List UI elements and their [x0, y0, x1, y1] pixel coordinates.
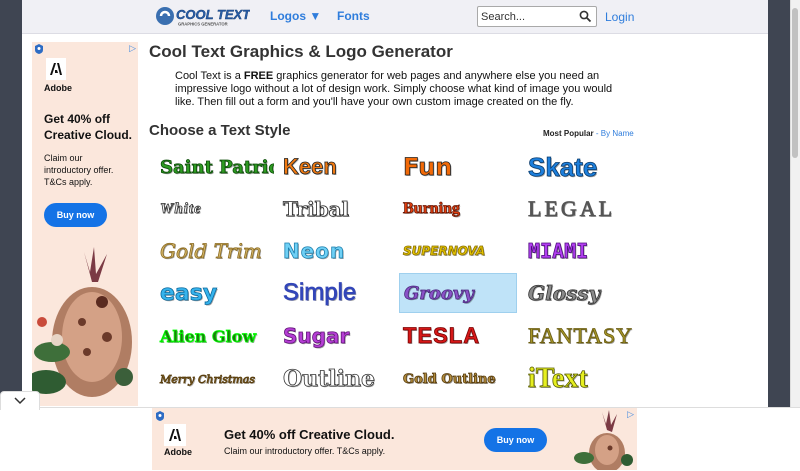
intro-text-start: Cool Text is a — [175, 70, 244, 82]
text-style-itext[interactable]: iText — [524, 359, 642, 399]
text-style-tribal[interactable]: Tribal — [279, 189, 397, 229]
logo-sub-text: GRAPHICS GENERATOR — [178, 22, 228, 27]
sort-options: Most Popular - By Name — [543, 129, 634, 138]
intro-paragraph: Cool Text is a FREE graphics generator f… — [175, 70, 615, 109]
text-style-label: White — [160, 200, 202, 217]
bottom-advertisement[interactable]: ▷ Adobe Get 40% off Creative Cloud. Clai… — [152, 408, 637, 470]
text-style-simple[interactable]: Simple — [279, 273, 397, 313]
text-style-supernova[interactable]: SUPERNOVA — [399, 231, 517, 271]
text-style-white[interactable]: White — [156, 189, 274, 229]
text-style-miami[interactable]: MIAMI — [524, 231, 642, 271]
sort-separator: - — [593, 129, 601, 138]
text-style-legal[interactable]: LEGAL — [524, 189, 642, 229]
text-style-label: Gold Outline — [403, 371, 497, 387]
text-style-label: Burning — [403, 200, 461, 218]
chevron-down-icon[interactable] — [1, 392, 39, 410]
text-style-saint-patrick[interactable]: Saint Patrick — [156, 147, 274, 187]
text-style-keen[interactable]: Keen — [279, 147, 397, 187]
text-style-label: Keen — [283, 154, 338, 180]
sort-most-popular: Most Popular — [543, 129, 594, 138]
text-style-grid: Saint Patrick Keen Fun Skate White Tribal Burn… — [156, 147, 640, 407]
text-style-label: Sugar — [283, 324, 350, 349]
text-style-easy[interactable]: easy — [156, 273, 274, 313]
adobe-logo-icon — [46, 58, 66, 80]
text-style-outline[interactable]: Outline — [279, 359, 397, 399]
text-style-label: MIAMI — [528, 239, 589, 264]
text-style-sugar[interactable]: Sugar — [279, 316, 397, 356]
text-style-label: Fun — [403, 153, 453, 182]
text-style-label: TESLA — [403, 323, 481, 349]
ad-close-icon[interactable]: ▷ — [129, 43, 136, 54]
text-style-alien-glow[interactable]: Alien Glow — [156, 316, 274, 356]
text-style-label: Groovy — [404, 282, 475, 304]
text-style-fun[interactable]: Fun — [399, 147, 517, 187]
text-style-label: Gold Trim — [160, 239, 263, 264]
top-navigation-bar — [22, 0, 768, 34]
text-style-label: Alien Glow — [160, 326, 257, 346]
text-style-gold-outline[interactable]: Gold Outline — [399, 359, 517, 399]
text-style-burning[interactable]: Burning — [399, 189, 517, 229]
logo-main-text: COOL TEXT — [176, 7, 250, 22]
text-style-label: easy — [160, 280, 218, 306]
text-style-label: Skate — [528, 151, 598, 182]
bottom-ad-illustration — [574, 410, 633, 470]
search-input[interactable] — [478, 7, 576, 27]
search-box — [477, 6, 597, 27]
bottom-ad-brand: Adobe — [164, 447, 192, 457]
ad-buy-now-button[interactable]: Buy now — [44, 203, 107, 227]
text-style-label: Saint Patrick — [160, 156, 274, 178]
adobe-logo-icon — [164, 424, 186, 446]
text-style-label: Outline — [283, 366, 376, 393]
text-style-label: Neon — [283, 239, 346, 264]
text-style-label: Glossy — [528, 281, 601, 306]
text-style-skate[interactable]: Skate — [524, 147, 642, 187]
text-style-label: FANTASY — [528, 323, 634, 349]
adchoices-icon[interactable] — [34, 44, 44, 54]
bottom-ad-buy-now-button[interactable]: Buy now — [484, 428, 547, 452]
text-style-label: SUPERNOVA — [403, 244, 486, 259]
cooltext-logo[interactable]: COOL TEXT GRAPHICS GENERATOR — [155, 5, 250, 27]
sort-by-name-link[interactable]: By Name — [601, 129, 634, 138]
text-style-label: Simple — [283, 279, 357, 307]
adchoices-icon[interactable] — [155, 411, 165, 421]
text-style-tesla[interactable]: TESLA — [399, 316, 517, 356]
bottom-ad-headline: Get 40% off Creative Cloud. — [224, 427, 395, 442]
text-style-label: Merry Christmas — [160, 372, 256, 386]
ad-subtext: Claim our introductory offer. T&Cs apply… — [44, 153, 114, 187]
text-style-neon[interactable]: Neon — [279, 231, 397, 271]
text-style-groovy[interactable]: Groovy — [399, 273, 517, 313]
side-advertisement[interactable]: ▷ Adobe Get 40% off Creative Cloud. Clai… — [32, 42, 138, 406]
nav-logos-menu[interactable]: Logos ▼ — [270, 9, 321, 23]
text-style-gold-trim[interactable]: Gold Trim — [156, 231, 274, 271]
text-style-merry-christmas[interactable]: Merry Christmas — [156, 359, 274, 399]
text-style-label: Tribal — [283, 197, 350, 222]
text-style-label: iText — [528, 363, 588, 395]
ad-collapse-tab[interactable] — [0, 391, 40, 410]
page-title: Cool Text Graphics & Logo Generator — [149, 42, 453, 61]
bottom-ad-subtext: Claim our introductory offer. T&Cs apply… — [224, 446, 386, 456]
login-link[interactable]: Login — [605, 10, 634, 24]
ad-headline: Get 40% off Creative Cloud. — [44, 112, 133, 142]
page-gutter-right — [768, 0, 790, 470]
scrollbar-thumb[interactable] — [792, 8, 798, 158]
text-style-label: LEGAL — [528, 196, 616, 222]
text-style-fantasy[interactable]: FANTASY — [524, 316, 642, 356]
ad-illustration — [32, 247, 133, 397]
nav-fonts-link[interactable]: Fonts — [337, 9, 370, 23]
ad-brand: Adobe — [44, 83, 72, 93]
search-icon[interactable] — [579, 10, 592, 23]
section-title-choose-style: Choose a Text Style — [149, 122, 291, 139]
text-style-glossy[interactable]: Glossy — [524, 273, 642, 313]
intro-free-emphasis: FREE — [243, 70, 274, 82]
